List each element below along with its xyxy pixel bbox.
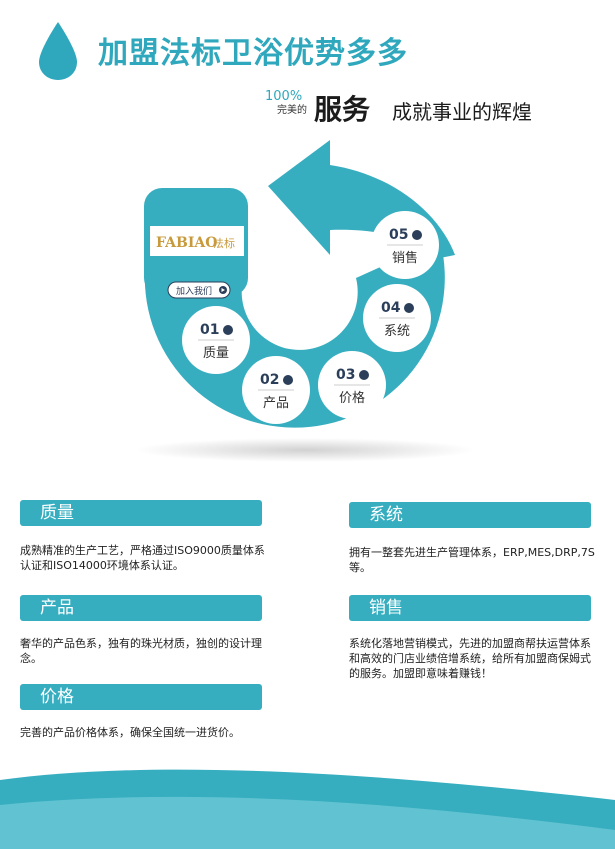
chat-icon xyxy=(359,370,369,380)
step-number: 03 xyxy=(336,367,355,383)
step-03: 03 价格 xyxy=(318,351,386,419)
step-number: 02 xyxy=(260,372,279,388)
card-header-product: 产品 xyxy=(20,595,262,621)
people-icon xyxy=(412,230,422,240)
step-01: 01 质量 xyxy=(182,306,250,374)
step-label: 销售 xyxy=(392,250,418,266)
step-label: 系统 xyxy=(384,324,410,339)
card-text-price: 完善的产品价格体系，确保全国统一进货价。 xyxy=(20,726,240,739)
cycle-diagram: FABIAO 法标 加入我们 01 质量 02 产品 03 价格 04 系统 05 销售 xyxy=(135,140,475,462)
card-text-sales: 系统化落地营销模式，先进的加盟商帮扶运营体系和高效的门店业绩倍增系统，给所有加盟… xyxy=(349,637,591,680)
globe-icon xyxy=(223,325,233,335)
step-number: 05 xyxy=(389,227,408,243)
card-header-system: 系统 xyxy=(349,502,591,528)
step-label: 价格 xyxy=(339,390,365,406)
card-text-product: 奢华的产品色系，独有的珠光材质，独创的设计理念。 xyxy=(20,637,262,665)
brand-logo: FABIAO xyxy=(156,235,217,251)
head-gear-icon xyxy=(404,303,414,313)
step-02: 02 产品 xyxy=(242,356,310,424)
svg-text:加入我们: 加入我们 xyxy=(176,285,212,297)
card-text-system: 拥有一整套先进生产管理体系，ERP,MES,DRP,7S等。 xyxy=(349,546,595,574)
card-header-quality: 质量 xyxy=(20,500,262,526)
brand-logo-cn: 法标 xyxy=(213,236,235,250)
step-label: 质量 xyxy=(203,346,229,361)
card-header-price: 价格 xyxy=(20,684,262,710)
card-header-sales: 销售 xyxy=(349,595,591,621)
thumbs-up-icon xyxy=(283,375,293,385)
card-text-quality: 成熟精准的生产工艺，严格通过ISO9000质量体系认证和ISO14000环境体系… xyxy=(20,544,265,572)
step-05: 05 销售 xyxy=(371,211,439,279)
step-label: 产品 xyxy=(263,396,289,411)
bottom-wave xyxy=(0,769,615,849)
step-04: 04 系统 xyxy=(363,284,431,352)
step-number: 01 xyxy=(200,322,219,338)
step-number: 04 xyxy=(381,300,401,316)
